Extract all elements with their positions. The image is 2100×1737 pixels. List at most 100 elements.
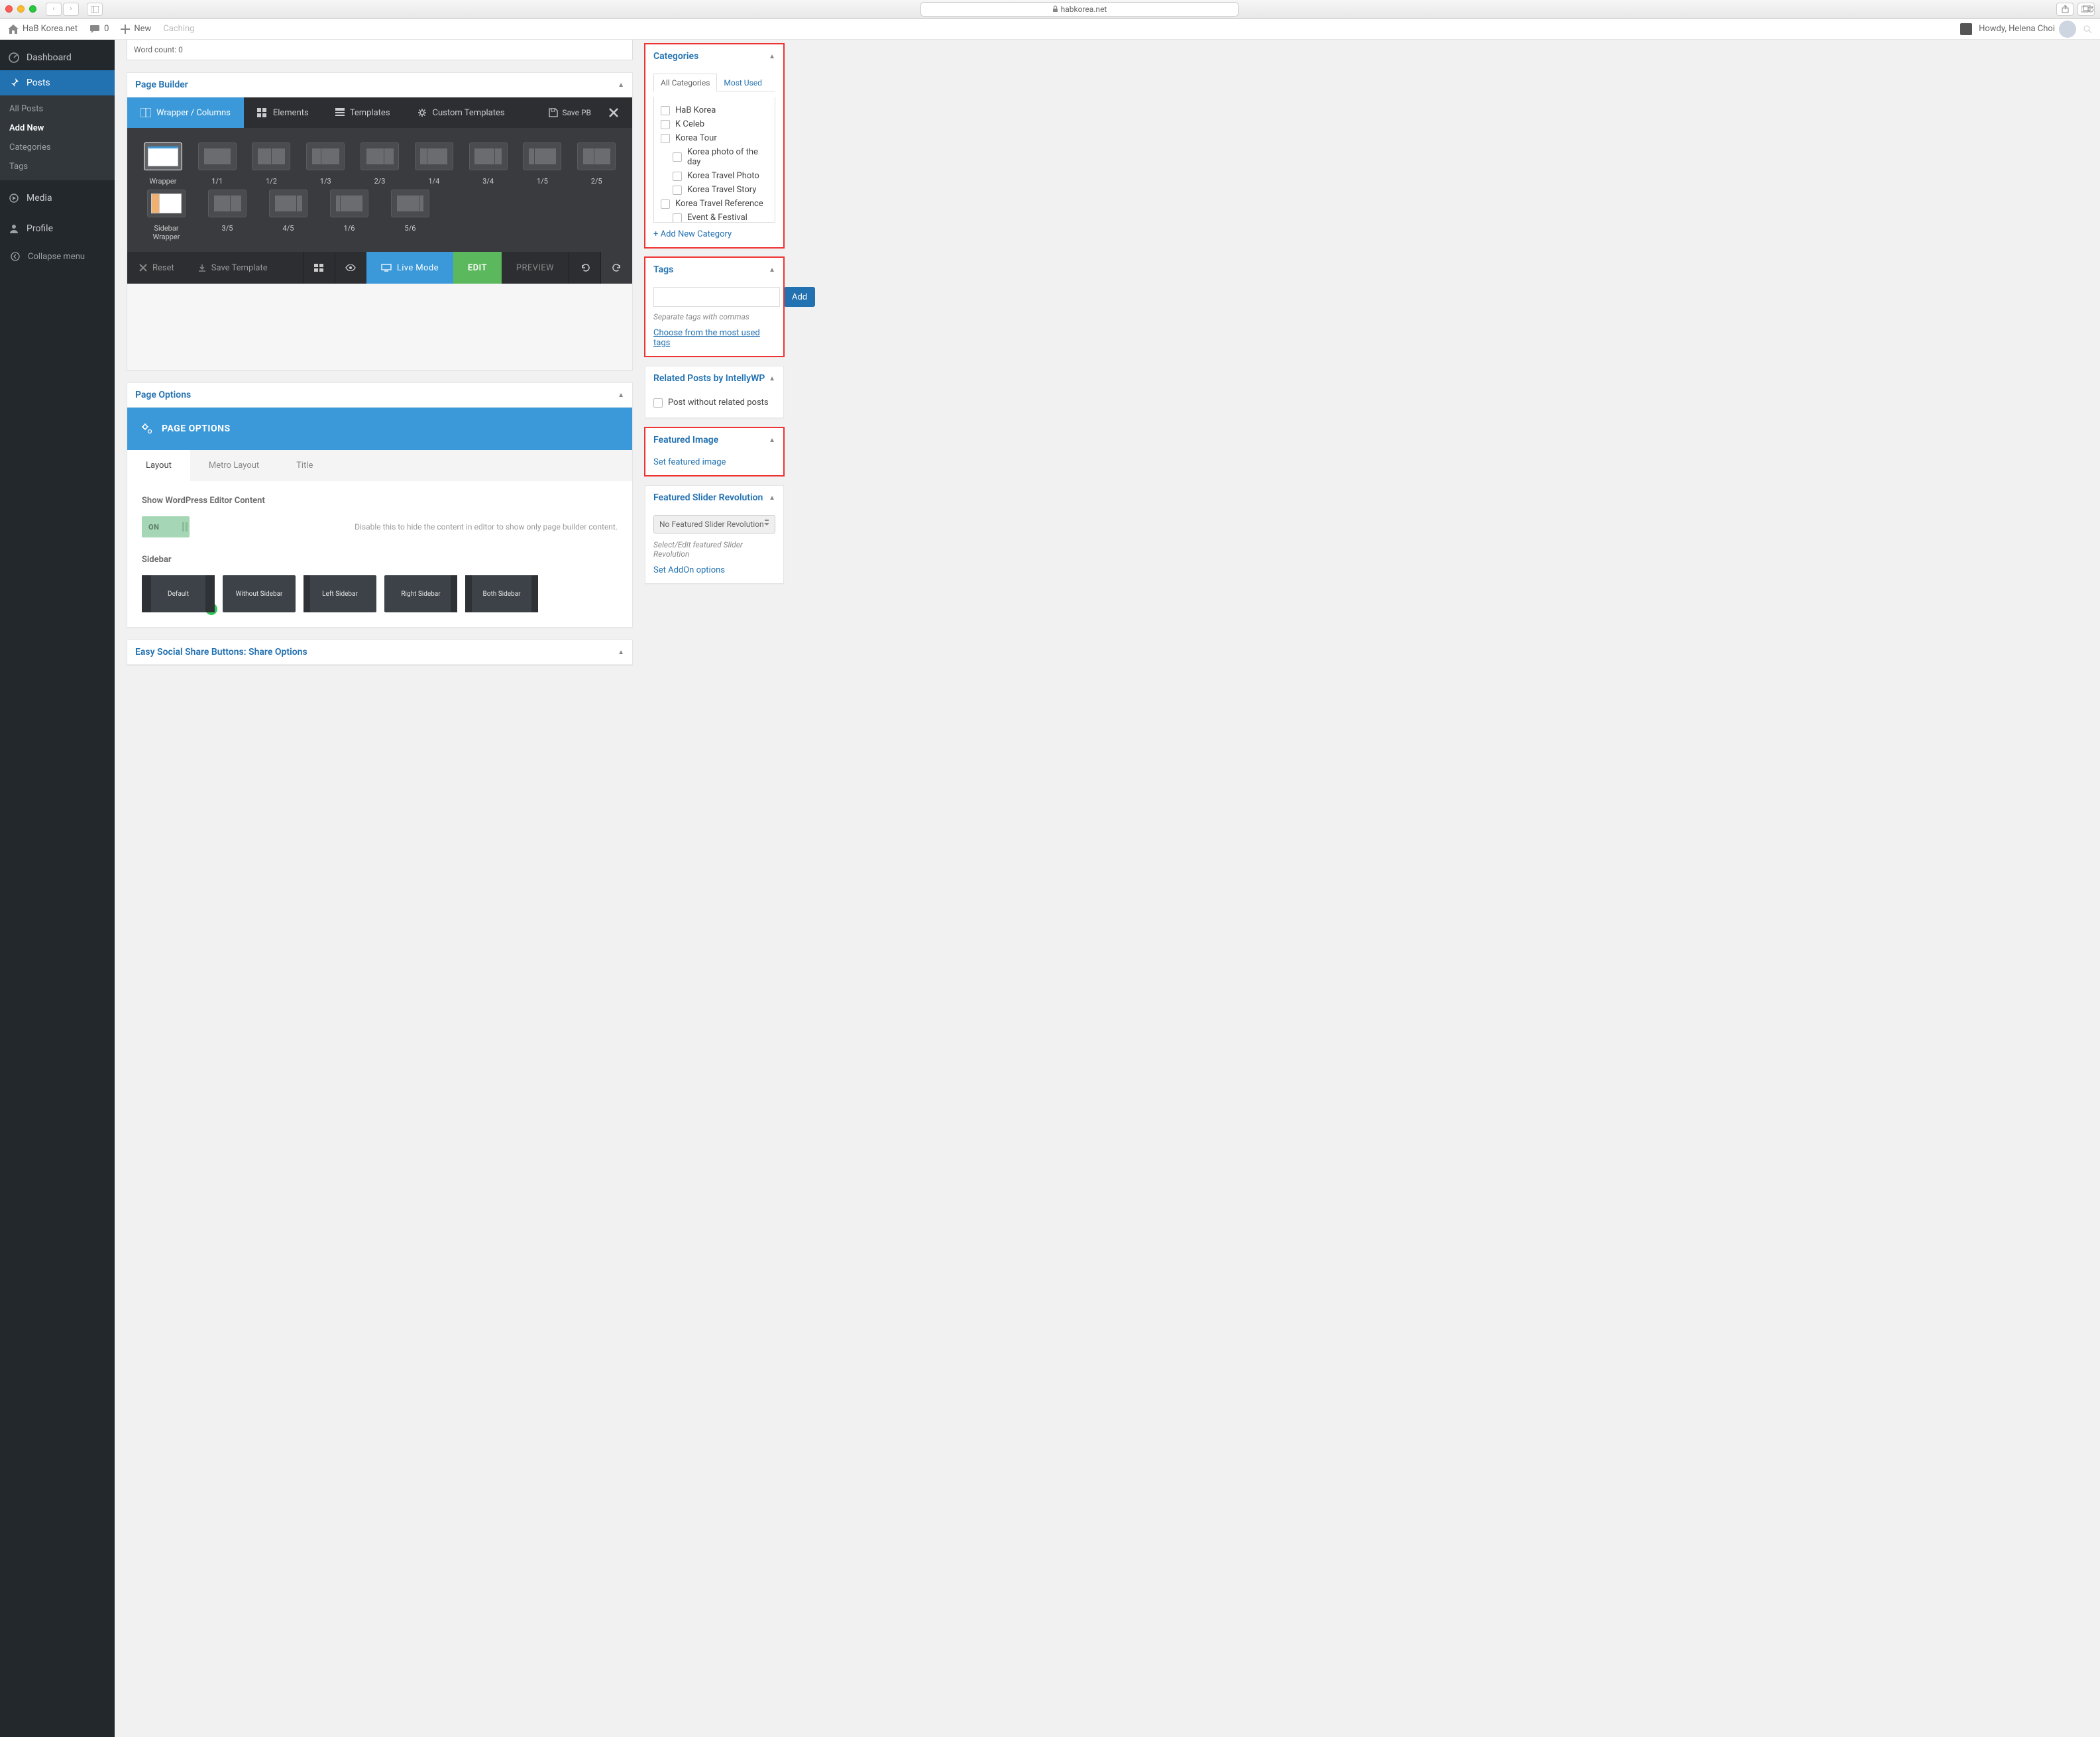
checkbox-icon[interactable] (661, 199, 670, 209)
column-preset[interactable]: 1/3 (304, 142, 347, 186)
tab-layout[interactable]: Layout (127, 450, 190, 481)
submenu-categories[interactable]: Categories (0, 138, 115, 157)
checkbox-icon[interactable] (673, 213, 682, 223)
checkbox-icon[interactable] (673, 152, 682, 162)
page-builder-header[interactable]: Page Builder ▲ (127, 73, 632, 97)
grid-view-button[interactable] (303, 252, 335, 284)
chevron-up-icon[interactable]: ▲ (618, 392, 624, 399)
sidebar-item-posts[interactable]: Posts (0, 70, 115, 95)
maximize-window-icon[interactable] (29, 5, 36, 13)
tab-title[interactable]: Title (278, 450, 331, 481)
save-pb-button[interactable]: Save PB (541, 97, 599, 128)
column-preset[interactable]: 1/2 (250, 142, 293, 186)
sidebar-toggle-icon[interactable] (87, 3, 103, 16)
comments-link[interactable]: 0 (89, 24, 109, 34)
address-bar[interactable]: habkorea.net (920, 2, 1239, 17)
submenu-add-new[interactable]: Add New (0, 119, 115, 138)
undo-button[interactable] (569, 252, 600, 284)
column-preset[interactable]: 1/1 (196, 142, 239, 186)
submenu-tags[interactable]: Tags (0, 157, 115, 176)
user-menu[interactable]: Howdy, Helena Choi (1979, 21, 2076, 38)
chevron-up-icon[interactable]: ▲ (769, 437, 775, 444)
column-preset[interactable]: 3/5 (203, 190, 252, 241)
tab-custom-templates[interactable]: Custom Templates (404, 97, 518, 128)
search-icon[interactable] (2083, 25, 2092, 34)
categories-header[interactable]: Categories ▲ (645, 44, 783, 68)
close-window-icon[interactable] (5, 5, 13, 13)
chevron-up-icon[interactable]: ▲ (618, 82, 624, 89)
checkbox-icon[interactable] (673, 172, 682, 181)
set-addon-link[interactable]: Set AddOn options (653, 565, 725, 575)
chevron-up-icon[interactable]: ▲ (769, 375, 775, 382)
add-tag-button[interactable]: Add (784, 287, 815, 307)
category-item[interactable]: Korea Travel Story (661, 183, 768, 197)
column-preset[interactable]: 4/5 (264, 190, 313, 241)
tags-header[interactable]: Tags ▲ (645, 258, 783, 282)
tab-metro-layout[interactable]: Metro Layout (190, 450, 278, 481)
preview-button[interactable]: PREVIEW (502, 252, 569, 284)
chevron-up-icon[interactable]: ▲ (769, 494, 775, 502)
category-item[interactable]: HaB Korea (661, 103, 768, 117)
sidebar-option[interactable]: Without Sidebar (223, 575, 296, 612)
caching-link[interactable]: Caching (163, 24, 194, 34)
chevron-up-icon[interactable]: ▲ (618, 649, 624, 656)
checkbox-icon[interactable] (661, 134, 670, 143)
column-preset[interactable]: 5/6 (386, 190, 435, 241)
tab-wrapper-columns[interactable]: Wrapper / Columns (127, 97, 244, 128)
sidebar-option[interactable]: Right Sidebar (384, 575, 457, 612)
share-icon[interactable] (2056, 3, 2073, 16)
show-editor-toggle[interactable]: ON (142, 516, 190, 537)
column-preset[interactable]: 2/5 (575, 142, 618, 186)
category-item[interactable]: Korea Travel Reference (661, 197, 768, 211)
sidebar-item-dashboard[interactable]: Dashboard (0, 45, 115, 70)
column-preset[interactable]: Wrapper (142, 142, 184, 186)
column-preset[interactable]: 3/4 (467, 142, 510, 186)
sidebar-option[interactable]: Both Sidebar (465, 575, 538, 612)
column-preset[interactable]: Sidebar Wrapper (142, 190, 191, 241)
column-preset[interactable]: 2/3 (359, 142, 401, 186)
category-item[interactable]: Korea photo of the day (661, 145, 768, 169)
sidebar-item-media[interactable]: Media (0, 186, 115, 211)
back-button[interactable]: ‹ (46, 3, 62, 16)
new-content-link[interactable]: New (121, 24, 151, 34)
reset-button[interactable]: Reset (127, 252, 186, 284)
close-builder-button[interactable] (602, 101, 626, 125)
forward-button[interactable]: › (63, 3, 79, 16)
redo-button[interactable] (600, 252, 632, 284)
category-item[interactable]: Event & Festival (661, 211, 768, 223)
category-item[interactable]: K Celeb (661, 117, 768, 131)
chevron-up-icon[interactable]: ▲ (769, 53, 775, 60)
edit-button[interactable]: EDIT (453, 252, 502, 284)
column-preset[interactable]: 1/4 (413, 142, 455, 186)
tags-input[interactable] (653, 287, 780, 307)
tab-elements[interactable]: Elements (244, 97, 322, 128)
site-home-link[interactable]: HaB Korea.net (8, 24, 78, 34)
checkbox-icon[interactable] (661, 106, 670, 115)
builder-canvas[interactable] (127, 284, 632, 370)
reload-icon[interactable] (2087, 5, 2095, 13)
related-checkbox-row[interactable]: Post without related posts (653, 396, 775, 410)
tab-most-used[interactable]: Most Used (716, 74, 769, 91)
slider-header[interactable]: Featured Slider Revolution ▲ (645, 486, 783, 510)
tab-templates[interactable]: Templates (322, 97, 404, 128)
column-preset[interactable]: 1/6 (325, 190, 374, 241)
sidebar-option[interactable]: Left Sidebar (304, 575, 376, 612)
chevron-up-icon[interactable]: ▲ (769, 266, 775, 274)
collapse-menu-button[interactable]: Collapse menu (0, 244, 115, 269)
submenu-all-posts[interactable]: All Posts (0, 99, 115, 119)
notification-icon[interactable] (1960, 23, 1972, 35)
checkbox-icon[interactable] (653, 398, 663, 408)
choose-tags-link[interactable]: Choose from the most used tags (653, 328, 760, 348)
minimize-window-icon[interactable] (17, 5, 25, 13)
checkbox-icon[interactable] (673, 186, 682, 195)
featured-header[interactable]: Featured Image ▲ (645, 428, 783, 452)
add-category-link[interactable]: + Add New Category (653, 229, 732, 239)
save-template-button[interactable]: Save Template (186, 252, 280, 284)
column-preset[interactable]: 1/5 (521, 142, 563, 186)
category-item[interactable]: Korea Travel Photo (661, 169, 768, 183)
sidebar-item-profile[interactable]: Profile (0, 216, 115, 241)
slider-select[interactable]: No Featured Slider Revolution (653, 515, 775, 533)
preview-eye-button[interactable] (335, 252, 366, 284)
set-featured-image-link[interactable]: Set featured image (653, 457, 726, 467)
related-header[interactable]: Related Posts by IntellyWP ▲ (645, 366, 783, 390)
